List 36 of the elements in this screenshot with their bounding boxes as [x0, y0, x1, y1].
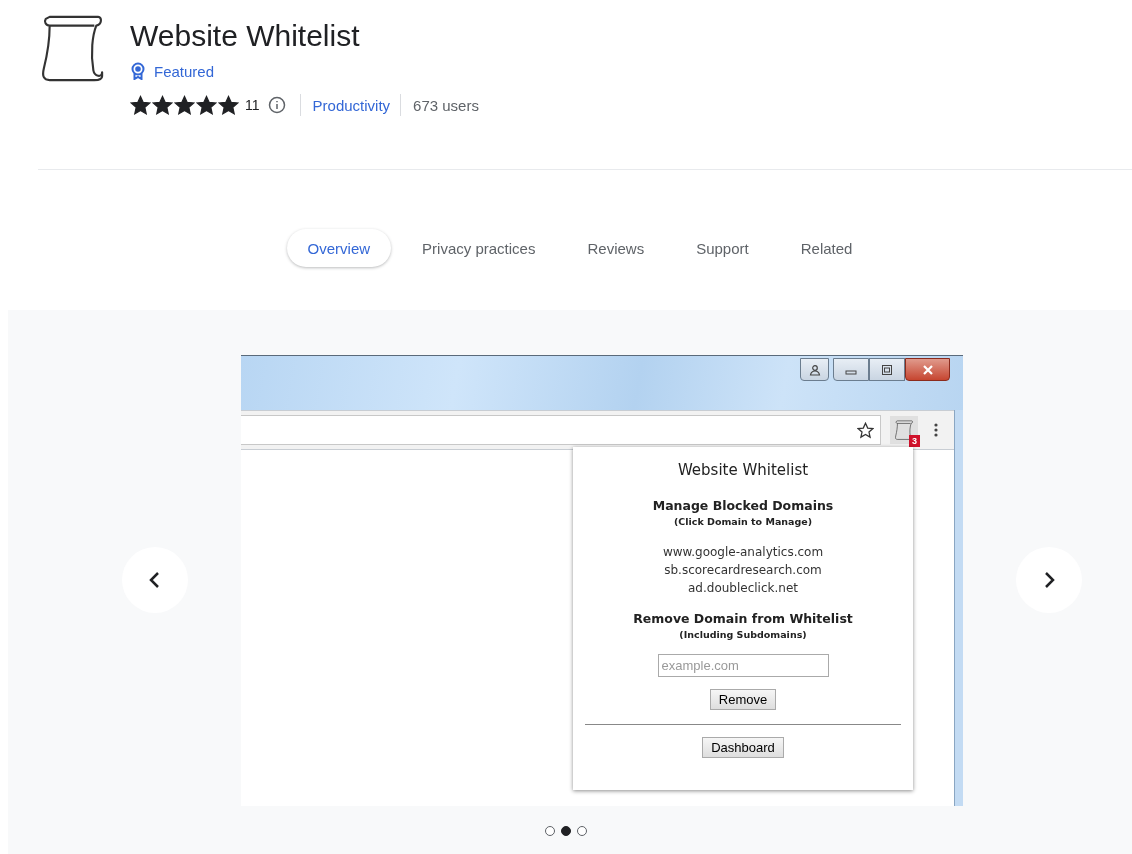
- scroll-icon: [894, 420, 914, 440]
- minimize-button[interactable]: [833, 358, 869, 381]
- section-subheading: (Click Domain to Manage): [673, 516, 813, 527]
- slide-dot[interactable]: [545, 826, 555, 836]
- extension-button[interactable]: 3: [890, 416, 918, 444]
- badge-icon: [130, 62, 146, 80]
- category-link[interactable]: Productivity: [312, 96, 391, 114]
- close-button[interactable]: [905, 358, 950, 381]
- tab[interactable]: Support: [675, 229, 770, 267]
- domain-link[interactable]: www.google-analytics.com: [662, 543, 824, 561]
- info-icon[interactable]: [267, 96, 286, 114]
- rating-count: 11: [245, 97, 260, 113]
- slide-dot[interactable]: [561, 826, 571, 836]
- close-icon[interactable]: [921, 363, 934, 376]
- domain-link[interactable]: ad.doubleclick.net: [688, 579, 798, 597]
- extension-title: Website Whitelist: [130, 18, 361, 54]
- section-heading: Manage Blocked Domains: [652, 498, 834, 513]
- section-heading: Remove Domain from Whitelist: [633, 611, 853, 626]
- tab[interactable]: Reviews: [566, 229, 666, 267]
- remove-button[interactable]: Remove: [709, 689, 777, 710]
- bookmark-star-icon[interactable]: [857, 421, 874, 439]
- tab[interactable]: Privacy practices: [401, 229, 557, 267]
- user-count: 673 users: [413, 96, 479, 114]
- tab[interactable]: Related: [779, 229, 874, 267]
- user-icon[interactable]: [800, 358, 829, 381]
- count-badge: 3: [909, 435, 920, 447]
- maximize-button[interactable]: [869, 358, 905, 381]
- tab[interactable]: Overview: [286, 229, 392, 267]
- section-subheading: (Including Subdomains): [679, 629, 807, 640]
- popup-title: Website Whitelist: [677, 461, 809, 479]
- domain-link[interactable]: sb.scorecardresearch.com: [664, 561, 822, 579]
- maximize-icon[interactable]: [881, 363, 893, 376]
- dashboard-button[interactable]: Dashboard: [702, 737, 784, 758]
- domain-input[interactable]: example.com: [657, 654, 829, 677]
- featured-label: Featured: [154, 62, 215, 80]
- slide-dot[interactable]: [577, 826, 587, 836]
